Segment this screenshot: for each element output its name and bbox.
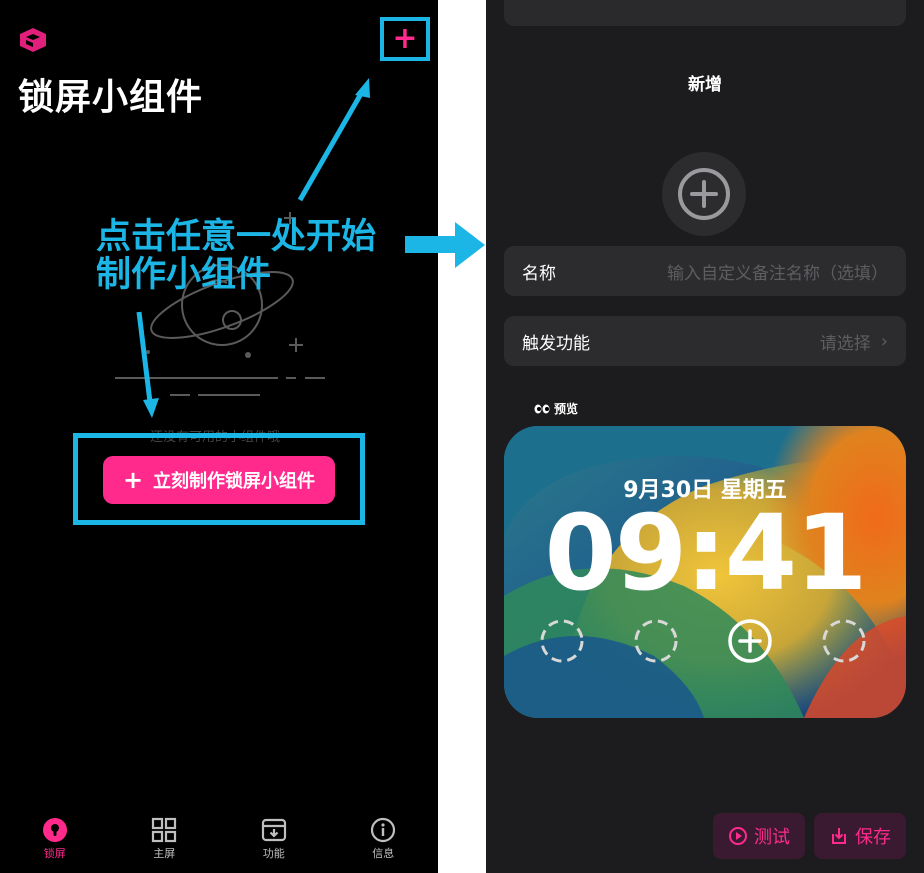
arrow-right-icon: [455, 222, 485, 268]
test-button-label: 测试: [754, 827, 790, 848]
eyes-icon: [534, 404, 550, 414]
lock-screen-widget-list-screen: + 锁屏小组件 还没有可用的小组件哦 点击任意一处开始 制作小组件 + 立刻制作…: [0, 0, 438, 873]
test-button[interactable]: 测试: [713, 813, 805, 859]
preview-label-text: 预览: [554, 402, 579, 416]
plus-icon: +: [392, 21, 418, 56]
background-sheet: [504, 0, 906, 26]
annotation-line-1: 点击任意一处开始: [96, 217, 377, 257]
add-circle-icon: [678, 168, 730, 220]
name-field-row[interactable]: 名称 输入自定义备注名称（选填）: [504, 246, 906, 296]
add-widget-slot-icon[interactable]: [727, 618, 773, 664]
tab-label: 主屏: [153, 847, 176, 860]
tab-home-screen[interactable]: 主屏: [110, 813, 220, 873]
plus-icon: +: [122, 466, 144, 494]
empty-widget-slot-icon[interactable]: [539, 618, 585, 664]
tab-lock-screen[interactable]: 锁屏: [0, 813, 110, 873]
grid-icon: [152, 817, 177, 843]
save-button[interactable]: 保存: [814, 813, 906, 859]
annotation-line-2: 制作小组件: [96, 255, 272, 295]
empty-widget-slot-icon[interactable]: [821, 618, 867, 664]
trigger-value: 请选择: [819, 333, 871, 354]
tab-label: 功能: [262, 847, 285, 860]
preview-label: 预览: [534, 400, 578, 417]
add-widget-button[interactable]: +: [380, 17, 430, 61]
sheet-title: 新增: [688, 75, 722, 95]
lock-screen-preview: 9月30日 星期五 09:41: [504, 426, 906, 718]
tab-functions[interactable]: 功能: [219, 813, 329, 873]
app-logo-icon: [20, 28, 46, 52]
new-widget-sheet-screen: 新增 名称 输入自定义备注名称（选填） 触发功能 请选择 › 预览 9月30日 …: [486, 0, 924, 873]
page-title: 锁屏小组件: [18, 77, 204, 118]
name-label: 名称: [522, 263, 556, 284]
play-circle-icon: [729, 827, 747, 845]
trigger-function-row[interactable]: 触发功能 请选择 ›: [504, 316, 906, 366]
chevron-right-icon: ›: [880, 330, 888, 352]
tab-label: 信息: [372, 847, 395, 860]
preview-time: 09:41: [544, 492, 867, 614]
lock-icon: [42, 818, 67, 842]
icon-picker-button[interactable]: [662, 152, 746, 236]
tab-info[interactable]: 信息: [329, 813, 439, 873]
bottom-tab-bar: 锁屏 主屏 功能 信息: [0, 813, 438, 873]
save-button-label: 保存: [855, 827, 891, 848]
create-widget-label: 立刻制作锁屏小组件: [153, 471, 316, 492]
name-input[interactable]: 输入自定义备注名称（选填）: [667, 259, 888, 284]
empty-widget-slot-icon[interactable]: [633, 618, 679, 664]
archive-icon: [261, 818, 286, 842]
save-download-icon: [832, 828, 846, 844]
create-widget-button[interactable]: + 立刻制作锁屏小组件: [103, 456, 335, 504]
trigger-label: 触发功能: [522, 333, 590, 354]
info-icon: [371, 817, 396, 843]
tutorial-annotation: 点击任意一处开始 制作小组件: [96, 218, 376, 294]
tab-label: 锁屏: [43, 847, 66, 860]
